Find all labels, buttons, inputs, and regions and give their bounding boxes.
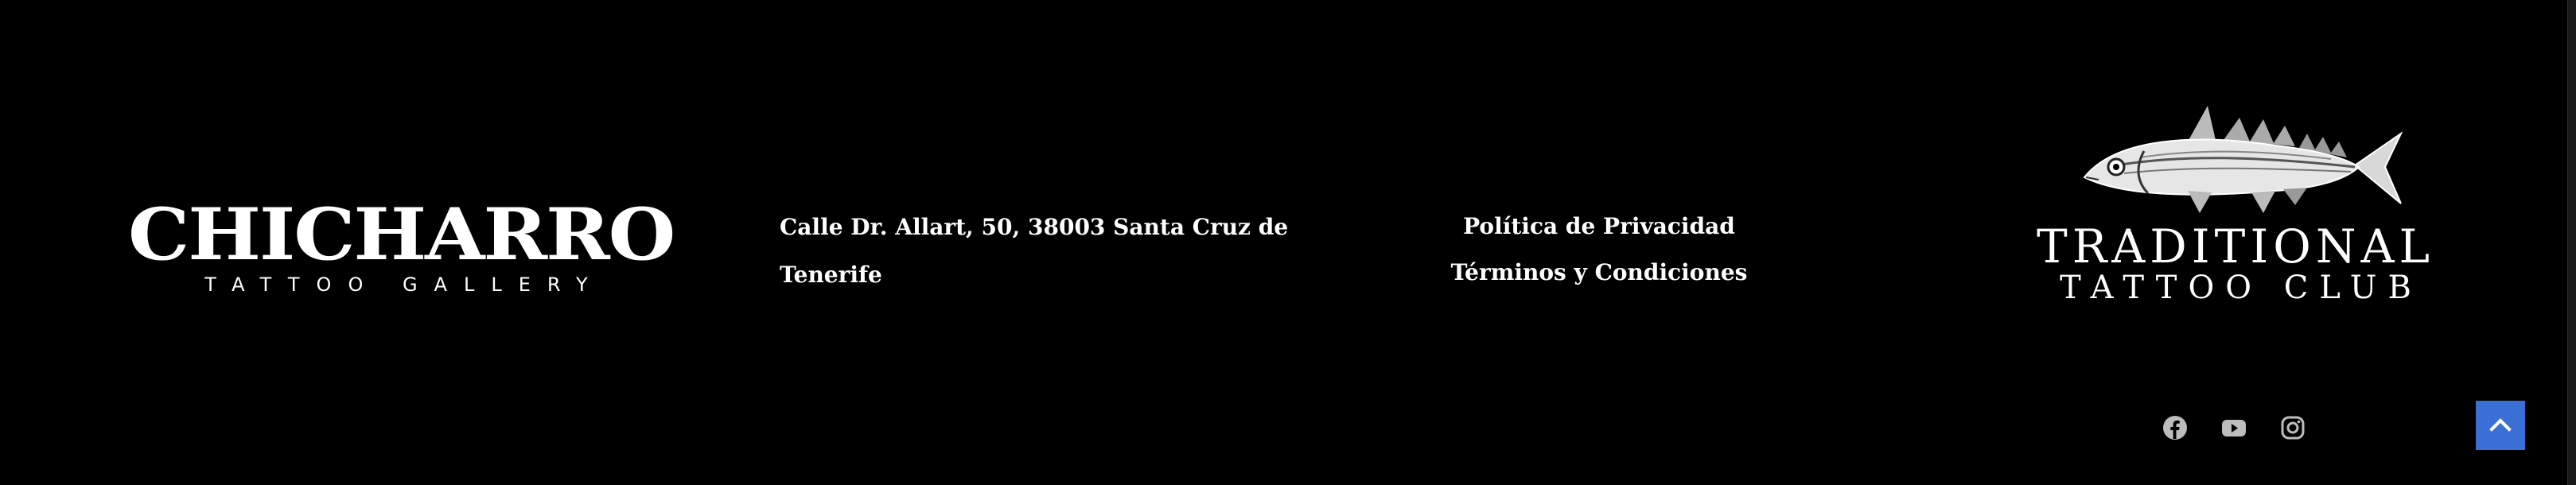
social-links <box>2162 415 2306 442</box>
chicharro-logo[interactable]: CHICHARRO TATTOO GALLERY <box>128 199 675 302</box>
logo-subtitle: TATTOO GALLERY <box>204 274 605 296</box>
traditional-tattoo-club-logo[interactable]: TRADITIONAL TATTOO CLUB <box>2037 102 2434 308</box>
logo-title: CHICHARRO <box>128 192 675 277</box>
fish-illustration <box>2083 106 2403 213</box>
instagram-icon[interactable] <box>2280 415 2306 440</box>
legal-links: Política de Privacidad Términos y Condic… <box>1416 204 1782 296</box>
club-title-line1: TRADITIONAL <box>2037 219 2434 274</box>
address-text: Calle Dr. Allart, 50, 38003 Santa Cruz d… <box>780 214 1289 288</box>
terms-conditions-link[interactable]: Términos y Condiciones <box>1416 250 1782 296</box>
youtube-icon[interactable] <box>2221 415 2247 440</box>
chevron-up-icon <box>2489 418 2512 432</box>
page-scrollbar[interactable] <box>2567 0 2576 485</box>
scroll-to-top-button[interactable] <box>2476 401 2525 450</box>
facebook-icon[interactable] <box>2162 415 2188 440</box>
club-title-line2: TATTOO CLUB <box>2060 270 2422 306</box>
privacy-policy-link[interactable]: Política de Privacidad <box>1416 204 1782 250</box>
